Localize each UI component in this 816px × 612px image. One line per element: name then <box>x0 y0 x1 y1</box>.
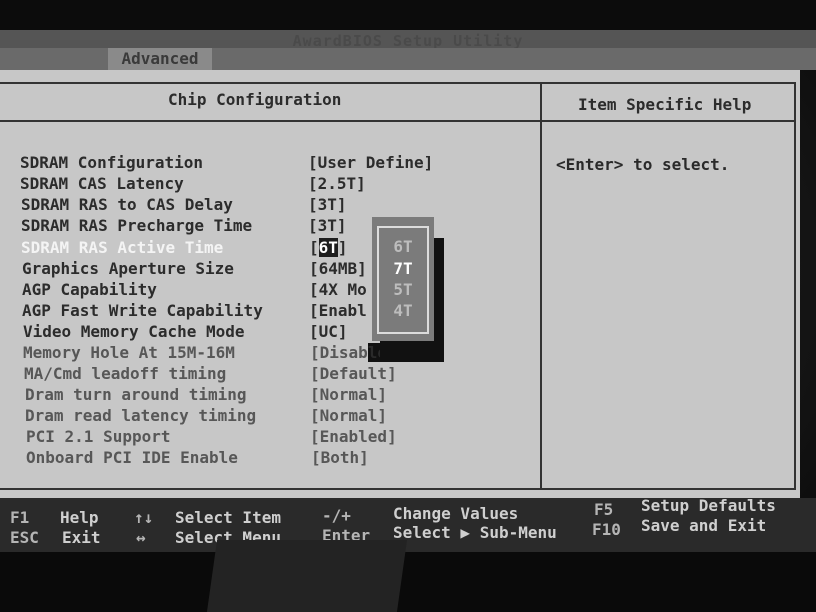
setting-value[interactable]: [3T] <box>308 216 347 236</box>
setting-value[interactable]: [Default] <box>310 364 397 384</box>
f1-key[interactable]: F1 <box>10 508 29 528</box>
plus-minus-key[interactable]: -/+ <box>322 506 351 526</box>
setting-value[interactable]: [UC] <box>309 322 348 342</box>
change-values-label: Change Values <box>393 504 519 523</box>
setting-value[interactable]: [3T] <box>308 195 347 215</box>
section-title: Chip Configuration <box>168 90 342 109</box>
value-bracket-close: ] <box>337 238 348 257</box>
menu-tab-row: Advanced <box>0 48 816 70</box>
setting-label[interactable]: PCI 2.1 Support <box>26 427 171 447</box>
popup-option[interactable]: 4T <box>382 301 424 321</box>
monitor-bezel-top <box>0 0 816 30</box>
setting-label[interactable]: Video Memory Cache Mode <box>23 322 245 342</box>
panel-bottom-border <box>0 488 796 490</box>
monitor-bezel-bottom <box>0 552 816 612</box>
header-divider <box>0 120 796 122</box>
setting-label[interactable]: SDRAM RAS to CAS Delay <box>21 195 233 215</box>
setting-value[interactable]: [Normal] <box>310 385 387 405</box>
up-down-arrows-icon[interactable]: ↑↓ <box>134 508 153 528</box>
setting-value-selected[interactable]: [6T] <box>309 238 348 258</box>
setting-value[interactable]: [64MB] <box>309 259 367 279</box>
help-text: <Enter> to select. <box>556 155 730 174</box>
panel-top-border <box>0 82 796 84</box>
value-bracket-open: [ <box>309 238 319 257</box>
help-title: Item Specific Help <box>578 95 752 114</box>
popup-option[interactable]: 6T <box>382 237 424 257</box>
select-submenu-label: Select ▶ Sub-Menu <box>393 523 557 542</box>
setting-value[interactable]: [Normal] <box>310 406 387 426</box>
panel-right-border <box>794 82 796 490</box>
setting-label[interactable]: Memory Hole At 15M-16M <box>23 343 235 363</box>
f1-label: Help <box>60 508 99 527</box>
setup-defaults-label: Setup Defaults <box>641 496 776 515</box>
setting-label[interactable]: SDRAM CAS Latency <box>20 174 184 194</box>
value-visible-part: [Disab <box>310 343 368 362</box>
setting-label[interactable]: Graphics Aperture Size <box>22 259 234 279</box>
left-right-arrows-icon[interactable]: ↔ <box>136 528 146 548</box>
setting-label[interactable]: SDRAM RAS Precharge Time <box>21 216 252 236</box>
setting-label-selected[interactable]: SDRAM RAS Active Time <box>21 238 223 258</box>
title-bar: AwardBIOS Setup Utility <box>0 30 816 50</box>
esc-label: Exit <box>62 528 101 547</box>
setting-value[interactable]: [Both] <box>311 448 369 468</box>
footer-keybar: F1 Help ESC Exit ↑↓ Select Item ↔ Select… <box>0 496 816 552</box>
monitor-stand <box>206 540 408 612</box>
value-cursor[interactable]: 6T <box>318 238 338 257</box>
setting-label[interactable]: AGP Capability <box>22 280 157 300</box>
save-and-exit-label: Save and Exit <box>641 516 767 535</box>
setting-label[interactable]: Dram read latency timing <box>25 406 256 426</box>
setting-label[interactable]: AGP Fast Write Capability <box>22 301 263 321</box>
popup-option-active[interactable]: 7T <box>382 259 424 279</box>
f10-key[interactable]: F10 <box>592 520 621 540</box>
bios-screen: AwardBIOS Setup Utility Advanced Chip Co… <box>0 0 816 612</box>
setting-value[interactable]: [Enabl <box>309 301 367 321</box>
help-divider <box>540 82 542 490</box>
popup-option[interactable]: 5T <box>382 280 424 300</box>
f5-key[interactable]: F5 <box>594 500 613 520</box>
setting-value[interactable]: [User Define] <box>308 153 433 173</box>
setting-value[interactable]: [Enabled] <box>310 427 397 447</box>
setting-label[interactable]: Dram turn around timing <box>25 385 247 405</box>
select-item-label: Select Item <box>175 508 281 527</box>
setting-label[interactable]: Onboard PCI IDE Enable <box>26 448 238 468</box>
setting-label[interactable]: MA/Cmd leadoff timing <box>24 364 226 384</box>
setting-label[interactable]: SDRAM Configuration <box>20 153 203 173</box>
setting-value[interactable]: [4X Mo <box>309 280 367 300</box>
setting-value[interactable]: [2.5T] <box>308 174 366 194</box>
esc-key[interactable]: ESC <box>10 528 39 548</box>
tab-advanced[interactable]: Advanced <box>108 48 212 70</box>
